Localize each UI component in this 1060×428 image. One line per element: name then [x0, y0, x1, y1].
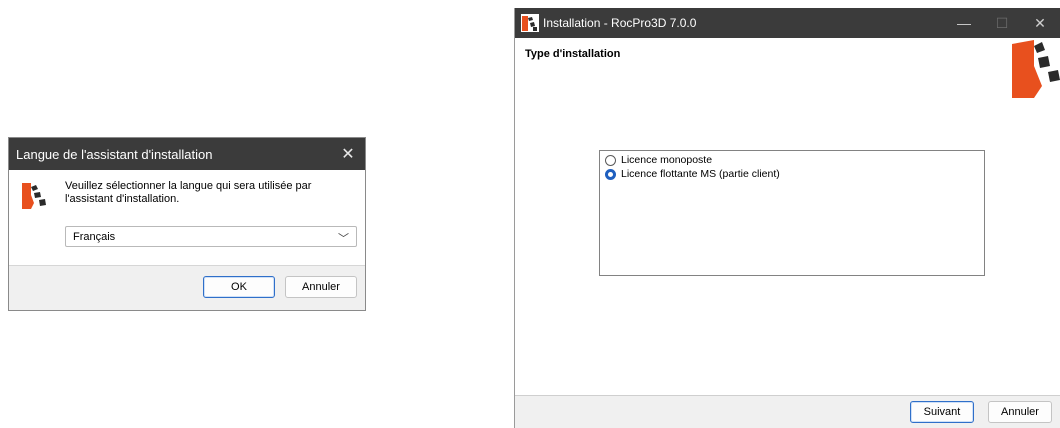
next-button[interactable]: Suivant	[910, 401, 974, 423]
installer-titlebar: Installation - RocPro3D 7.0.0 — ☐ ✕	[515, 8, 1060, 38]
language-dialog: Langue de l'assistant d'installation ✕ V…	[8, 137, 366, 311]
dialog-titlebar: Langue de l'assistant d'installation ✕	[9, 138, 365, 170]
ok-button[interactable]: OK	[203, 276, 275, 298]
installer-footer: Suivant Annuler	[515, 395, 1060, 428]
option-label: Licence flottante MS (partie client)	[621, 168, 780, 180]
cancel-button[interactable]: Annuler	[285, 276, 357, 298]
language-select[interactable]: Français ﹀	[65, 226, 357, 247]
radio-licence-flottante[interactable]: Licence flottante MS (partie client)	[605, 168, 780, 180]
dialog-title: Langue de l'assistant d'installation	[16, 146, 213, 162]
dialog-footer: OK Annuler	[9, 265, 365, 310]
language-prompt: Veuillez sélectionner la langue qui sera…	[65, 180, 312, 205]
maximize-icon[interactable]: ☐	[985, 8, 1019, 38]
app-logo-icon	[521, 14, 539, 32]
chevron-down-icon: ﹀	[338, 233, 349, 245]
radio-licence-monoposte[interactable]: Licence monoposte	[605, 154, 712, 166]
minimize-icon[interactable]: —	[947, 8, 981, 38]
installer-window: Installation - RocPro3D 7.0.0 — ☐ ✕ Type…	[514, 8, 1060, 428]
option-label: Licence monoposte	[621, 154, 713, 166]
rocscience-logo-icon	[1012, 40, 1060, 98]
radio-unchecked-icon[interactable]	[605, 154, 616, 166]
rocscience-logo-icon	[22, 183, 46, 209]
license-options-list: Licence monoposte Licence flottante MS (…	[599, 150, 985, 276]
installer-header: Type d'installation	[515, 38, 1060, 98]
page-title: Type d'installation	[525, 48, 621, 60]
radio-checked-icon[interactable]	[605, 168, 616, 180]
selected-language: Français	[73, 230, 116, 243]
dialog-content: Veuillez sélectionner la langue qui sera…	[9, 170, 365, 267]
close-icon[interactable]: ✕	[1023, 8, 1057, 38]
cancel-button[interactable]: Annuler	[988, 401, 1052, 423]
installer-title: Installation - RocPro3D 7.0.0	[543, 16, 697, 30]
close-icon[interactable]: ✕	[331, 138, 365, 170]
